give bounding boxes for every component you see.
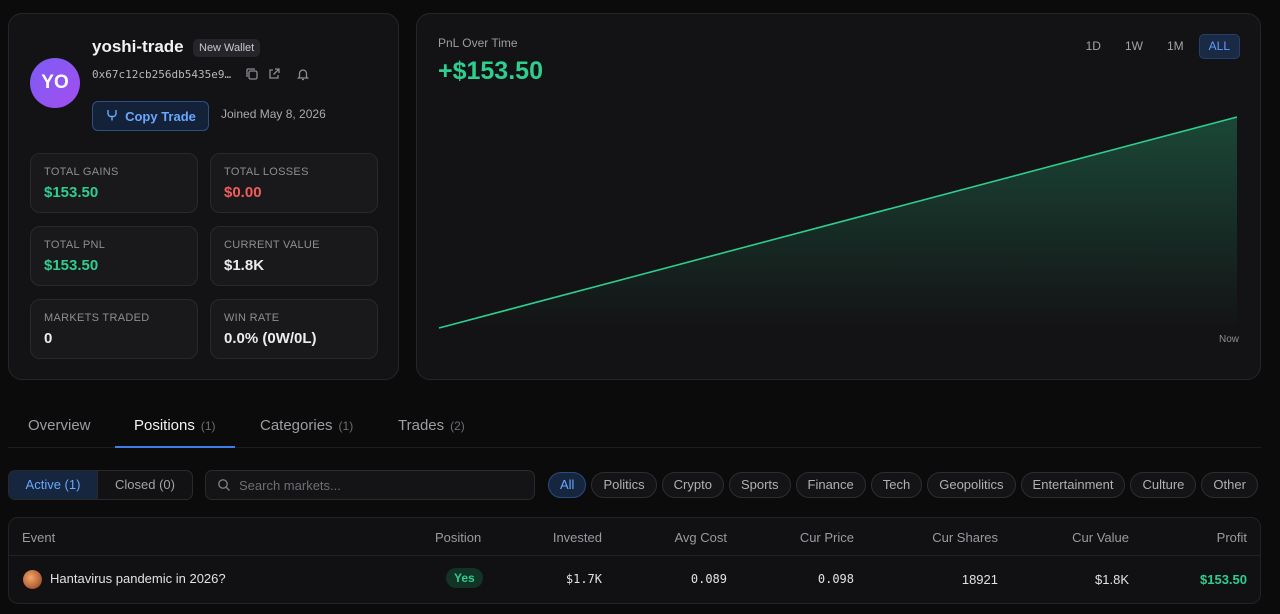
chip-entertainment[interactable]: Entertainment <box>1020 472 1126 498</box>
stat-value: 0.0% (0W/0L) <box>224 330 317 347</box>
copy-trade-label: Copy Trade <box>125 108 196 124</box>
chart-title: PnL Over Time <box>438 36 518 50</box>
cell-event[interactable]: Hantavirus pandemic in 2026? <box>50 571 226 586</box>
stat-label: MARKETS TRADED <box>44 312 150 324</box>
profile-card: YO yoshi-trade New Wallet 0x67c12cb256db… <box>8 13 399 380</box>
stat-win-rate: WIN RATE 0.0% (0W/0L) <box>210 299 378 359</box>
chip-other[interactable]: Other <box>1201 472 1258 498</box>
cell-cur-shares: 18921 <box>961 572 998 587</box>
col-cur-price[interactable]: Cur Price <box>800 530 854 545</box>
chip-finance[interactable]: Finance <box>795 472 866 498</box>
chip-all[interactable]: All <box>548 472 587 498</box>
search-input[interactable] <box>239 471 529 499</box>
range-1d[interactable]: 1D <box>1077 34 1110 59</box>
bell-icon[interactable] <box>296 67 310 84</box>
chip-politics[interactable]: Politics <box>591 472 657 498</box>
tab-count: (2) <box>450 419 465 433</box>
category-filters: All Politics Crypto Sports Finance Tech … <box>548 472 1258 498</box>
position-badge: Yes <box>446 568 483 588</box>
cell-avg-cost: 0.089 <box>690 572 727 586</box>
copy-trade-button[interactable]: Copy Trade <box>92 101 209 131</box>
stat-markets-traded: MARKETS TRADED 0 <box>30 299 198 359</box>
avatar: YO <box>30 58 80 108</box>
stat-label: CURRENT VALUE <box>224 239 320 251</box>
stat-label: TOTAL PNL <box>44 239 106 251</box>
tab-label: Overview <box>28 417 91 434</box>
col-profit[interactable]: Profit <box>1217 530 1247 545</box>
chip-sports[interactable]: Sports <box>728 472 791 498</box>
tab-categories[interactable]: Categories (1) <box>260 406 353 448</box>
status-toggle: Active (1) Closed (0) <box>8 470 193 500</box>
stat-total-losses: TOTAL LOSSES $0.00 <box>210 153 378 213</box>
cell-cur-price: 0.098 <box>817 572 854 586</box>
username: yoshi-trade <box>92 37 184 56</box>
table-row[interactable]: Hantavirus pandemic in 2026? Yes $1.7K 0… <box>9 557 1260 603</box>
col-position[interactable]: Position <box>435 530 481 545</box>
positions-table: Event Position Invested Avg Cost Cur Pri… <box>8 517 1261 604</box>
profile-tabs: Overview Positions (1) Categories (1) Trad… <box>8 406 1261 448</box>
copy-icon[interactable] <box>245 67 259 84</box>
branch-icon <box>105 108 119 125</box>
time-range-selector: 1D 1W 1M ALL <box>1077 34 1240 59</box>
cell-profit: $153.50 <box>1200 572 1247 587</box>
chart-pnl-value: +$153.50 <box>438 57 543 85</box>
search-icon <box>217 478 231 495</box>
range-all[interactable]: ALL <box>1198 34 1240 59</box>
cell-invested: $1.7K <box>565 572 602 586</box>
tab-label: Categories <box>260 417 333 434</box>
col-event[interactable]: Event <box>22 530 55 545</box>
tab-overview[interactable]: Overview <box>28 406 91 448</box>
chip-crypto[interactable]: Crypto <box>661 472 724 498</box>
stat-value: $153.50 <box>44 184 99 201</box>
col-invested[interactable]: Invested <box>553 530 602 545</box>
col-cur-value[interactable]: Cur Value <box>1072 530 1129 545</box>
tab-positions[interactable]: Positions (1) <box>115 406 235 448</box>
tab-trades[interactable]: Trades (2) <box>398 406 465 448</box>
x-axis-end-label: Now <box>1218 334 1239 345</box>
stat-value: 0 <box>44 330 53 347</box>
table-header: Event Position Invested Avg Cost Cur Pri… <box>9 518 1260 556</box>
cell-cur-value: $1.8K <box>1095 572 1129 587</box>
stat-current-value: CURRENT VALUE $1.8K <box>210 226 378 286</box>
filter-active[interactable]: Active (1) <box>9 471 97 499</box>
chip-culture[interactable]: Culture <box>1130 472 1197 498</box>
stat-value: $153.50 <box>44 257 99 274</box>
tab-count: (1) <box>338 419 354 433</box>
tab-count: (1) <box>200 419 216 433</box>
stat-label: TOTAL GAINS <box>44 166 119 178</box>
chip-tech[interactable]: Tech <box>870 472 923 498</box>
search-box <box>205 470 535 500</box>
stat-value: $0.00 <box>224 184 262 201</box>
pnl-chart-card: PnL Over Time +$153.50 1D 1W 1M ALL Now <box>416 13 1261 380</box>
stat-value: $1.8K <box>224 257 265 274</box>
range-1m[interactable]: 1M <box>1158 34 1193 59</box>
new-wallet-badge: New Wallet <box>193 39 261 57</box>
stat-label: WIN RATE <box>224 312 280 324</box>
virus-icon <box>23 570 42 589</box>
tab-label: Trades <box>398 417 445 434</box>
wallet-address: 0x67c12cb256db5435e9… <box>92 68 232 81</box>
stat-total-gains: TOTAL GAINS $153.50 <box>30 153 198 213</box>
tab-label: Positions <box>134 417 195 434</box>
stat-total-pnl: TOTAL PNL $153.50 <box>30 226 198 286</box>
chip-geopolitics[interactable]: Geopolitics <box>927 472 1016 498</box>
col-avg-cost[interactable]: Avg Cost <box>674 530 727 545</box>
external-link-icon[interactable] <box>267 67 281 84</box>
range-1w[interactable]: 1W <box>1116 34 1152 59</box>
col-cur-shares[interactable]: Cur Shares <box>932 530 998 545</box>
joined-date: Joined May 8, 2026 <box>221 107 326 121</box>
pnl-chart <box>438 116 1238 329</box>
stat-label: TOTAL LOSSES <box>224 166 309 178</box>
filter-closed[interactable]: Closed (0) <box>97 471 192 499</box>
